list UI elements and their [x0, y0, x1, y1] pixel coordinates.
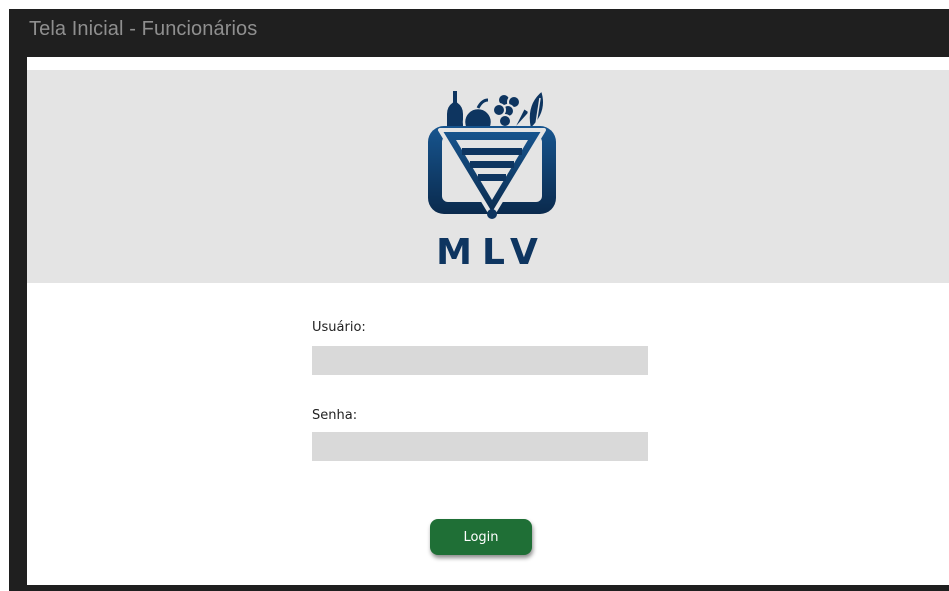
- login-button[interactable]: Login: [430, 519, 532, 555]
- logo-text: MLV: [436, 232, 548, 273]
- username-input[interactable]: [312, 346, 648, 375]
- grocery-basket-logo: MLV: [428, 87, 556, 273]
- password-input[interactable]: [312, 432, 648, 461]
- title-bar: Tela Inicial - Funcionários: [9, 9, 949, 49]
- login-screen: MLV Usuário: Senha: Login: [27, 57, 949, 585]
- window-title: Tela Inicial - Funcionários: [29, 18, 258, 40]
- logo-banner: MLV: [27, 70, 949, 283]
- app-window: Tela Inicial - Funcionários MLV Usuário:…: [9, 9, 949, 591]
- password-label: Senha:: [312, 408, 358, 423]
- username-label: Usuário:: [312, 320, 366, 335]
